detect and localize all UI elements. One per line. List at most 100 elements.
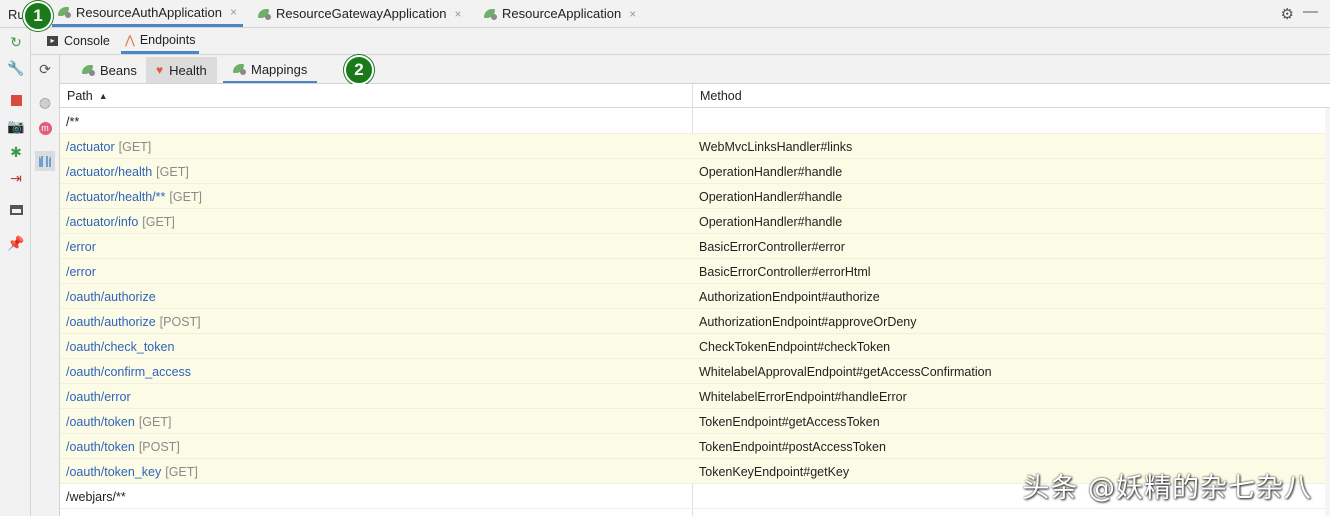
wrench-icon[interactable]: 🔧 (6, 58, 26, 78)
rerun-icon[interactable]: ↻ (6, 32, 26, 52)
path-link[interactable]: /oauth/error (66, 390, 131, 404)
method-cell: WhitelabelApprovalEndpoint#getAccessConf… (699, 364, 992, 379)
endpoints-icon: ⋀ (125, 32, 135, 47)
tab-endpoints[interactable]: ⋀ Endpoints (121, 28, 200, 54)
run-tab-label: ResourceAuthApplication (76, 4, 222, 20)
path-cell: /oauth/token [POST] (66, 434, 180, 459)
method-cell: TokenEndpoint#postAccessToken (699, 439, 886, 454)
method-cell: AuthorizationEndpoint#approveOrDeny (699, 314, 917, 329)
path-cell: /webjars/** (66, 484, 126, 509)
path-cell: /actuator [GET] (66, 134, 151, 159)
path-text: /webjars/** (66, 489, 126, 504)
path-cell: /oauth/error (66, 384, 131, 409)
path-link[interactable]: /error (66, 265, 96, 279)
path-link[interactable]: /oauth/check_token (66, 340, 174, 354)
table-row[interactable]: /oauth/confirm_access WhitelabelApprovalE… (60, 359, 1325, 384)
pin-icon[interactable]: 📌 (6, 233, 26, 253)
tab-beans[interactable]: Beans (72, 57, 147, 83)
table-header: Path ▲ Method (60, 84, 1330, 108)
sort-asc-icon: ▲ (98, 91, 108, 101)
run-tab-resource-app[interactable]: ResourceApplication × (478, 0, 642, 27)
layout-icon[interactable] (6, 200, 26, 220)
path-link[interactable]: /error (66, 240, 96, 254)
http-method-label: [GET] (142, 214, 175, 229)
path-link[interactable]: /actuator (66, 140, 115, 154)
http-method-label: [GET] (165, 464, 198, 479)
table-row[interactable]: /oauth/authorize [POST] AuthorizationEndpo… (60, 309, 1325, 334)
path-cell: /error (66, 234, 96, 259)
path-link[interactable]: /oauth/authorize (66, 290, 156, 304)
http-method-label: [GET] (118, 139, 152, 154)
gear-icon[interactable]: ⚙ (1281, 5, 1294, 23)
exit-icon[interactable]: ⇥ (6, 168, 26, 188)
path-cell: /oauth/authorize (66, 284, 156, 309)
method-cell: AuthorizationEndpoint#authorize (699, 289, 880, 304)
column-header-method[interactable]: Method (693, 84, 742, 108)
close-icon[interactable]: × (230, 5, 237, 19)
http-method-label: [POST] (159, 314, 201, 329)
console-icon: ▸ (47, 36, 58, 46)
table-row[interactable]: /actuator/health [GET] OperationHandler#ha… (60, 159, 1325, 184)
run-tab-label: ResourceGatewayApplication (276, 6, 447, 21)
method-cell: TokenKeyEndpoint#getKey (699, 464, 850, 479)
path-link[interactable]: /oauth/token_key (66, 465, 161, 479)
table-row[interactable]: /actuator/info [GET] OperationHandler#hand… (60, 209, 1325, 234)
vertical-scrollbar[interactable] (1325, 108, 1330, 516)
watermark: 头条 @妖精的杂七杂八 (1022, 473, 1312, 504)
method-cell: TokenEndpoint#getAccessToken (699, 414, 880, 429)
path-link[interactable]: /actuator/health (66, 165, 152, 179)
column-header-path[interactable]: Path ▲ (60, 84, 108, 108)
spring-boot-icon (258, 8, 272, 20)
close-icon[interactable]: × (629, 7, 636, 21)
run-tab-resource-gateway[interactable]: ResourceGatewayApplication × (252, 0, 468, 27)
http-method-label: [GET] (138, 414, 172, 429)
tab-mappings[interactable]: Mappings (223, 57, 318, 83)
table-row[interactable]: /oauth/token [GET] TokenEndpoint#getAccess… (60, 409, 1325, 434)
module-dropdown-icon[interactable]: m (35, 118, 55, 138)
spring-boot-icon (484, 8, 498, 20)
table-row[interactable]: /oauth/check_token CheckTokenEndpoint#che… (60, 334, 1325, 359)
run-tab-label: ResourceApplication (502, 6, 622, 21)
tab-health[interactable]: ♥ Health (146, 57, 217, 83)
path-cell: /actuator/health/** [GET] (66, 184, 202, 209)
table-row[interactable]: /oauth/authorize AuthorizationEndpoint#au… (60, 284, 1325, 309)
path-link[interactable]: /actuator/health/** (66, 190, 165, 204)
method-cell: BasicErrorController#error (699, 239, 845, 254)
stop-icon[interactable] (6, 90, 26, 110)
table-row[interactable]: /** (60, 109, 1325, 134)
path-link[interactable]: /actuator/info (66, 215, 138, 229)
tab-console[interactable]: ▸ Console (43, 28, 114, 54)
table-row[interactable]: /oauth/token [POST] TokenEndpoint#postAcce… (60, 434, 1325, 459)
minimize-icon[interactable]: — (1303, 3, 1318, 20)
chart-icon[interactable] (35, 151, 55, 171)
path-link[interactable]: /oauth/token (66, 440, 135, 454)
run-tab-resource-auth[interactable]: ResourceAuthApplication × (52, 0, 243, 27)
callout-badge-1: 1 (23, 1, 53, 31)
method-cell: OperationHandler#handle (699, 214, 843, 229)
http-method-label: [POST] (138, 439, 180, 454)
path-cell: /oauth/token [GET] (66, 409, 171, 434)
run-tab-bar: Ru ResourceAuthApplication × ResourceGat… (0, 0, 1330, 28)
endpoint-tabs: Beans ♥ Health Mappings (60, 55, 1330, 84)
debug-icon[interactable]: ✱ (6, 142, 26, 162)
table-row[interactable]: /oauth/error WhitelabelErrorEndpoint#hand… (60, 384, 1325, 409)
close-icon[interactable]: × (455, 7, 462, 21)
endpoints-toolbar: ⟳ ◍ m (31, 55, 60, 516)
table-row[interactable]: /error BasicErrorController#errorHtml (60, 259, 1325, 284)
tab-endpoints-label: Endpoints (139, 32, 196, 47)
tab-health-label: Health (169, 62, 207, 78)
camera-icon[interactable]: 📷 (6, 116, 26, 136)
table-row[interactable]: /actuator/health/** [GET] OperationHandler… (60, 184, 1325, 209)
table-row[interactable]: /actuator [GET] WebMvcLinksHandler#links (60, 134, 1325, 159)
method-cell: WhitelabelErrorEndpoint#handleError (699, 389, 907, 404)
table-row[interactable]: /error BasicErrorController#error (60, 234, 1325, 259)
path-cell: /error (66, 259, 96, 284)
path-link[interactable]: /oauth/authorize (66, 315, 156, 329)
method-cell: OperationHandler#handle (699, 164, 843, 179)
tab-console-label: Console (64, 34, 110, 48)
path-link[interactable]: /oauth/token (66, 415, 135, 429)
globe-icon[interactable]: ◍ (35, 92, 55, 112)
path-link[interactable]: /oauth/confirm_access (66, 365, 191, 379)
refresh-icon[interactable]: ⟳ (35, 59, 55, 79)
path-cell: /oauth/check_token (66, 334, 174, 359)
